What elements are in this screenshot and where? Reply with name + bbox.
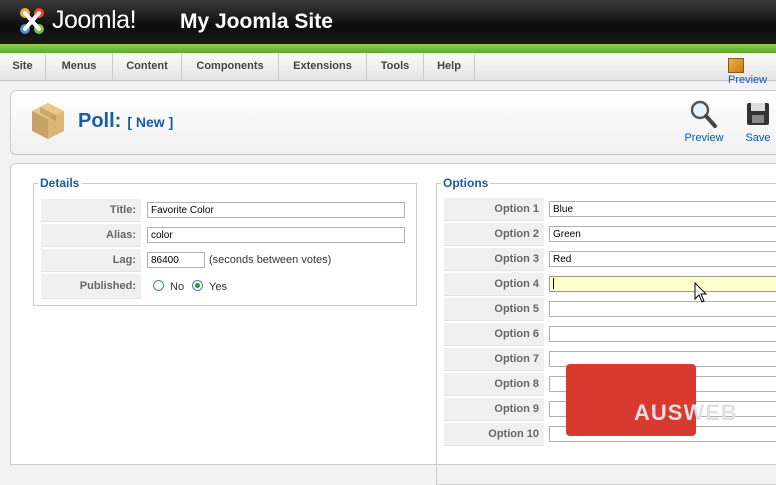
menu-components[interactable]: Components <box>182 53 279 80</box>
option-input[interactable] <box>549 301 776 317</box>
published-yes-label: Yes <box>209 281 227 293</box>
option-row: Option 2 Green <box>444 223 776 246</box>
option-row: Option 1 Blue <box>444 198 776 221</box>
preview-site-icon <box>728 58 744 73</box>
alias-input[interactable]: color <box>147 227 405 243</box>
site-preview-link[interactable]: Preview <box>728 58 776 86</box>
mouse-cursor-icon <box>694 282 708 303</box>
options-legend: Options <box>441 176 491 190</box>
text-caret <box>553 278 554 289</box>
title-input[interactable]: Favorite Color <box>147 202 405 218</box>
option-label: Option 7 <box>444 348 544 371</box>
site-preview-label: Preview <box>728 74 768 86</box>
option-label: Option 8 <box>444 373 544 396</box>
published-yes-radio[interactable] <box>192 280 203 291</box>
option-input[interactable] <box>549 326 776 342</box>
menu-content[interactable]: Content <box>113 53 182 80</box>
joomla-logo-icon <box>20 8 44 34</box>
preview-button[interactable]: Preview <box>682 99 726 144</box>
menu-menus[interactable]: Menus <box>46 53 113 80</box>
details-legend: Details <box>38 176 82 190</box>
lag-row: Lag: 86400 (seconds between votes) <box>41 249 411 272</box>
option-label: Option 10 <box>444 423 544 446</box>
title-label: Title: <box>41 199 141 222</box>
page-title-text: Poll: <box>78 110 122 132</box>
alias-label: Alias: <box>41 224 141 247</box>
option-label: Option 9 <box>444 398 544 421</box>
joomla-brand-text: Joomla! <box>52 6 137 34</box>
save-button-label: Save <box>745 132 771 144</box>
published-row: Published: No Yes <box>41 274 411 299</box>
page-toolbar: Poll: [ New ] Preview Save <box>10 90 776 155</box>
option-label: Option 1 <box>444 198 544 221</box>
main-menu-bar: Site Menus Content Components Extensions… <box>0 53 776 86</box>
option-label: Option 4 <box>444 273 544 296</box>
published-label: Published: <box>41 274 141 299</box>
lag-label: Lag: <box>41 249 141 272</box>
option-label: Option 6 <box>444 323 544 346</box>
alias-row: Alias: color <box>41 224 411 247</box>
ausweb-watermark-text: AUSWEB <box>634 400 738 425</box>
option-row: Option 4 <box>444 273 776 296</box>
save-button[interactable]: Save <box>741 99 775 144</box>
title-row: Title: Favorite Color <box>41 199 411 222</box>
option-row: Option 5 <box>444 298 776 321</box>
preview-button-label: Preview <box>684 132 724 144</box>
page-subtitle: [ New ] <box>127 114 174 130</box>
magnifier-icon <box>690 100 717 128</box>
published-no-radio[interactable] <box>153 280 164 291</box>
published-no-label: No <box>170 281 185 293</box>
option-input[interactable] <box>549 276 776 292</box>
option-label: Option 2 <box>444 223 544 246</box>
lag-hint: (seconds between votes) <box>209 254 332 266</box>
option-input[interactable]: Green <box>549 226 776 242</box>
lag-input[interactable]: 86400 <box>147 252 205 268</box>
options-fieldset: Options Option 1 Blue Option 2 Green Option … <box>436 176 776 485</box>
details-fieldset: Details Title: Favorite Color Alias: col… <box>33 176 417 306</box>
option-input[interactable]: Blue <box>549 201 776 217</box>
admin-header: Joomla! My Joomla Site <box>0 0 776 44</box>
floppy-disk-icon <box>747 103 769 125</box>
site-title: My Joomla Site <box>180 10 333 33</box>
option-input[interactable]: Red <box>549 251 776 267</box>
menu-tools[interactable]: Tools <box>367 53 424 80</box>
option-row: Option 6 <box>444 323 776 346</box>
menu-extensions[interactable]: Extensions <box>279 53 367 80</box>
menu-help[interactable]: Help <box>424 53 475 80</box>
option-label: Option 5 <box>444 298 544 321</box>
header-accent-bar <box>0 44 776 53</box>
menu-site[interactable]: Site <box>0 53 46 80</box>
option-row: Option 3 Red <box>444 248 776 271</box>
page-title: Poll: [ New ] <box>78 110 173 133</box>
poll-box-icon <box>32 103 64 139</box>
option-label: Option 3 <box>444 248 544 271</box>
